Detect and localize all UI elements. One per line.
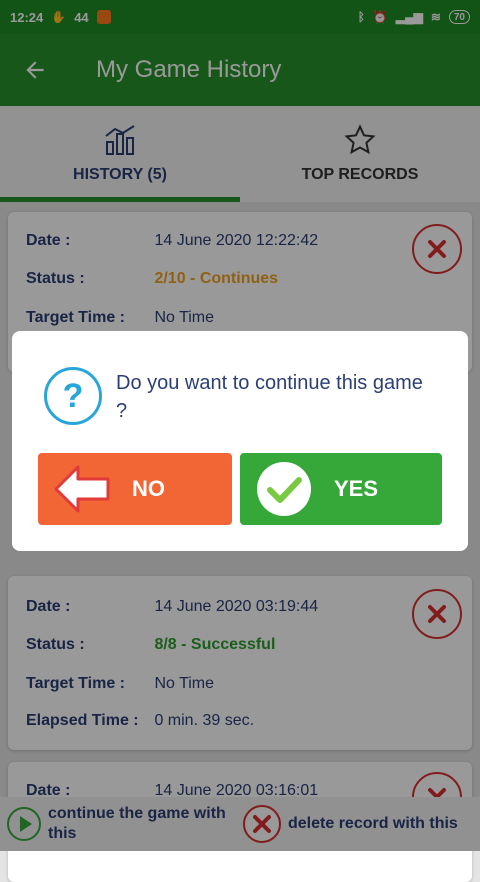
check-circle-icon: [252, 457, 316, 521]
continue-game-dialog: ? Do you want to continue this game ? NO…: [12, 331, 468, 551]
dialog-message: Do you want to continue this game ?: [116, 372, 423, 422]
arrow-left-icon: [50, 457, 114, 521]
svg-text:?: ?: [63, 377, 84, 415]
yes-button-label: YES: [334, 476, 379, 501]
question-icon: ?: [44, 367, 102, 425]
yes-button[interactable]: YES: [240, 453, 442, 525]
no-button[interactable]: NO: [38, 453, 232, 525]
no-button-label: NO: [132, 476, 165, 501]
